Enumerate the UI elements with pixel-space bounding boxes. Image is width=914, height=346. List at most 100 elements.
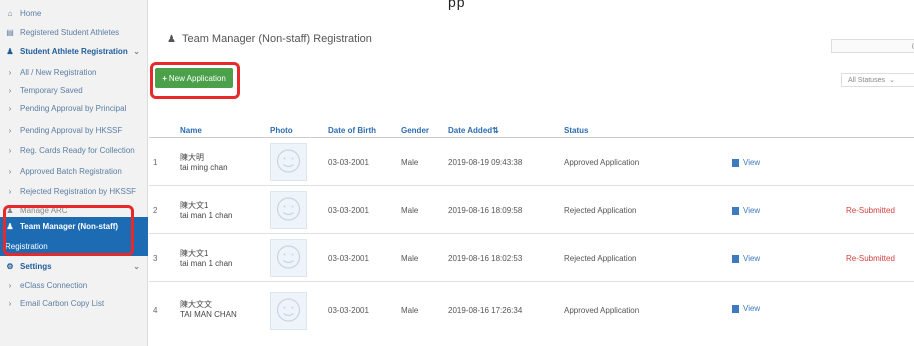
sidebar-item-eclass-connection[interactable]: › eClass Connection [0, 276, 148, 294]
row-date-added: 2019-08-16 18:09:58 [448, 206, 523, 215]
row-name-chinese: 陳大文1 [180, 201, 209, 210]
row-name-english: TAI MAN CHAN [180, 310, 237, 319]
row-status: Approved Application [564, 158, 640, 167]
main-content: ♟ Team Manager (Non-staff) Registration … [149, 0, 914, 346]
chevron-right-icon: › [8, 280, 12, 290]
avatar [270, 239, 307, 277]
column-header-photo[interactable]: Photo [270, 126, 293, 135]
sidebar-item-rejected-registration-hkssf[interactable]: › Rejected Registration by HKSSF [0, 182, 148, 200]
view-link[interactable]: View [732, 158, 760, 167]
row-name-chinese: 陳大明 [180, 153, 204, 162]
column-header-dob[interactable]: Date of Birth [328, 126, 376, 135]
row-status: Rejected Application [564, 206, 637, 215]
row-date-added: 2019-08-16 18:02:53 [448, 254, 523, 263]
sidebar-item-email-cc-list[interactable]: › Email Carbon Copy List [0, 294, 148, 312]
sidebar-item-team-manager-non-staff[interactable]: ♟ Team Manager (Non-staff) [0, 217, 148, 236]
row-gender: Male [401, 206, 419, 215]
row-gender: Male [401, 158, 419, 167]
row-date-added: 2019-08-19 09:43:38 [448, 158, 523, 167]
row-gender: Male [401, 306, 419, 315]
table-row: 3 陳大文1 tai man 1 chan 03-03-2001 Male 20… [149, 234, 914, 282]
row-name-chinese: 陳大文1 [180, 249, 209, 258]
view-link[interactable]: View [732, 206, 760, 215]
sidebar-item-home[interactable]: ⌂ Home [0, 4, 148, 22]
chevron-down-icon: ⌄ [133, 46, 140, 56]
chevron-right-icon: › [8, 186, 12, 196]
document-icon [732, 254, 739, 263]
sidebar-item-label: Pending Approval by HKSSF [20, 125, 123, 135]
sidebar-item-label: Registration [5, 241, 48, 251]
row-name-english: tai ming chan [180, 163, 228, 172]
new-application-button[interactable]: + New Application [155, 68, 233, 88]
sidebar-item-label: Home [20, 8, 42, 18]
sidebar-item-label: Rejected Registration by HKSSF [20, 186, 137, 196]
sidebar-item-temporary-saved[interactable]: › Temporary Saved [0, 81, 148, 99]
table-row: 4 陳大文文 TAI MAN CHAN 03-03-2001 Male 2019… [149, 282, 914, 330]
sidebar-item-label: Registered Student Athletes [20, 27, 120, 37]
table-row: 1 陳大明 tai ming chan 03-03-2001 Male 2019… [149, 138, 914, 186]
column-header-name[interactable]: Name [180, 126, 202, 135]
search-input[interactable]: Q [831, 39, 914, 53]
user-icon: ♟ [167, 33, 176, 45]
avatar [270, 191, 307, 229]
view-link[interactable]: View [732, 304, 760, 313]
row-status: Rejected Application [564, 254, 637, 263]
sidebar-item-label: All / New Registration [20, 67, 97, 77]
sidebar-item-pending-approval-hkssf[interactable]: › Pending Approval by HKSSF [0, 121, 148, 139]
row-dob: 03-03-2001 [328, 206, 369, 215]
resubmitted-status: Re-Submitted [846, 254, 895, 263]
row-dob: 03-03-2001 [328, 254, 369, 263]
chevron-right-icon: › [8, 85, 12, 95]
row-name-english: tai man 1 chan [180, 211, 233, 220]
sidebar-item-registered-student-athletes[interactable]: ▤ Registered Student Athletes [0, 23, 148, 41]
sidebar-item-label: Pending Approval by Principal [20, 103, 127, 113]
chevron-down-icon: ⌄ [133, 261, 140, 271]
avatar [270, 292, 307, 330]
sidebar: ⌂ Home ▤ Registered Student Athletes ♟ S… [0, 0, 148, 346]
sidebar-item-label: Manage ARC [20, 205, 68, 215]
sidebar-item-label: Email Carbon Copy List [20, 298, 105, 308]
column-header-date-added[interactable]: Date Added⇅ [448, 126, 499, 135]
user-icon: ♟ [6, 222, 14, 231]
column-header-status[interactable]: Status [564, 126, 588, 135]
view-link[interactable]: View [732, 254, 760, 263]
sidebar-item-label: Temporary Saved [20, 85, 83, 95]
plus-icon: + [162, 73, 167, 83]
column-header-gender[interactable]: Gender [401, 126, 429, 135]
row-gender: Male [401, 254, 419, 263]
row-dob: 03-03-2001 [328, 306, 369, 315]
page-title: ♟ Team Manager (Non-staff) Registration [167, 33, 372, 45]
avatar [270, 143, 307, 181]
row-number: 1 [153, 158, 158, 167]
row-number: 3 [153, 254, 158, 263]
row-date-added: 2019-08-16 17:26:34 [448, 306, 523, 315]
row-number: 4 [153, 306, 158, 315]
sidebar-item-reg-cards-ready[interactable]: › Reg. Cards Ready for Collection [0, 141, 148, 159]
sidebar-item-label: eClass Connection [20, 280, 88, 290]
resubmitted-status: Re-Submitted [846, 206, 895, 215]
sidebar-item-label: Settings [20, 261, 52, 271]
document-icon [732, 158, 739, 167]
sidebar-item-settings[interactable]: ⚙ Settings ⌄ [0, 257, 148, 275]
row-name-english: tai man 1 chan [180, 259, 233, 268]
document-icon [732, 206, 739, 215]
document-icon [732, 304, 739, 313]
chevron-right-icon: › [8, 103, 12, 113]
chevron-right-icon: › [8, 145, 12, 155]
sidebar-item-approved-batch-registration[interactable]: › Approved Batch Registration [0, 162, 148, 180]
sidebar-item-student-athlete-registration[interactable]: ♟ Student Athlete Registration ⌄ [0, 42, 148, 60]
chevron-right-icon: › [8, 298, 12, 308]
sidebar-item-team-manager-registration[interactable]: Registration [0, 236, 148, 256]
row-status: Approved Application [564, 306, 640, 315]
chevron-down-icon: ⌄ [888, 77, 895, 84]
chevron-right-icon: › [8, 166, 12, 176]
status-filter-select[interactable]: All Statuses ⌄ [841, 73, 914, 87]
sidebar-item-all-new-registration[interactable]: › All / New Registration [0, 63, 148, 81]
row-name-chinese: 陳大文文 [180, 300, 212, 309]
sidebar-item-pending-approval-principal[interactable]: › Pending Approval by Principal [0, 99, 148, 117]
sidebar-item-label: Approved Batch Registration [20, 166, 122, 176]
chevron-right-icon: › [8, 67, 12, 77]
sidebar-item-label: Student Athlete Registration [20, 46, 128, 56]
chevron-right-icon: › [8, 125, 12, 135]
new-application-label: New Application [168, 73, 226, 83]
